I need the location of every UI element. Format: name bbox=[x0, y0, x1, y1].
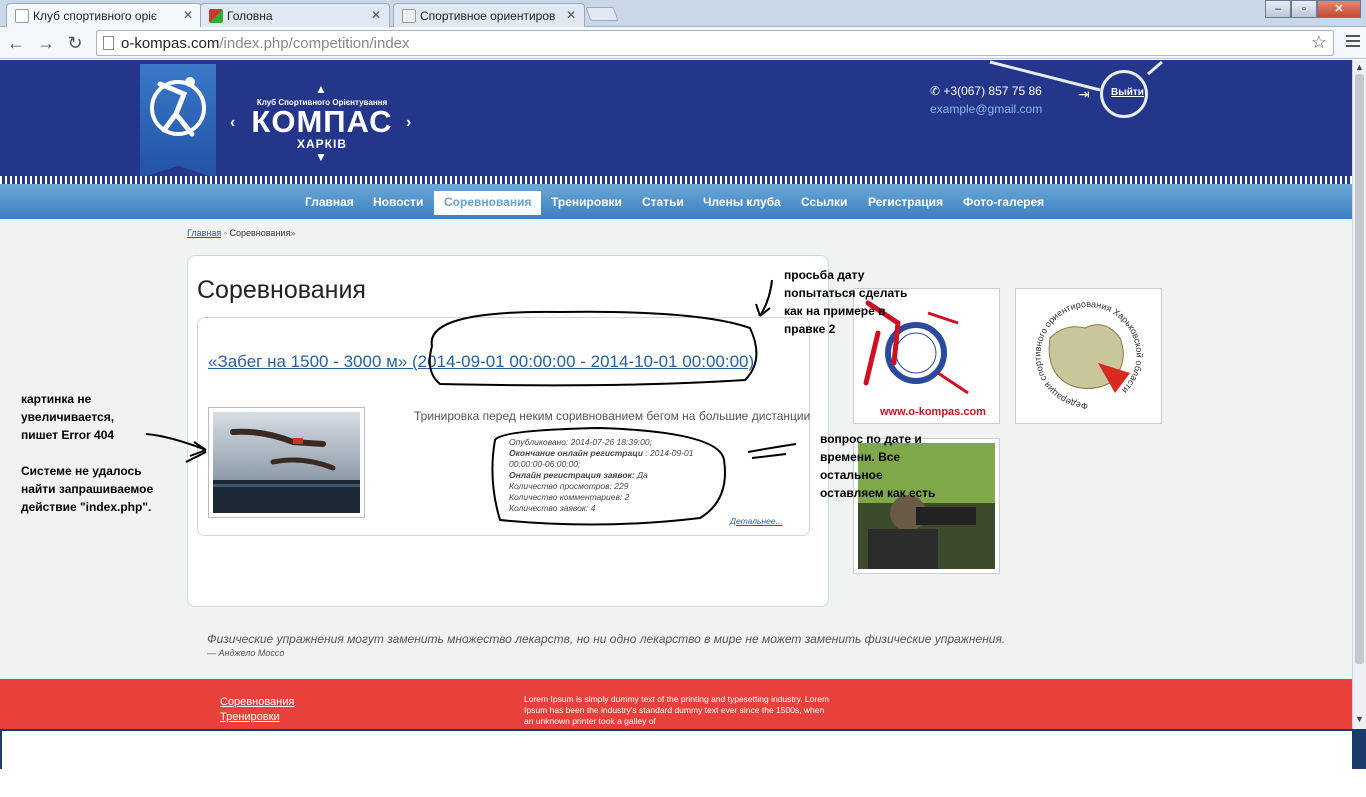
breadcrumb-current: Соревнования bbox=[229, 228, 291, 238]
tab-kompas-club[interactable]: Клуб спортивного оріє ✕ bbox=[6, 3, 202, 27]
tab-strip: Клуб спортивного оріє ✕ Головна ✕ Спорти… bbox=[0, 0, 1366, 27]
page-favicon-icon bbox=[15, 9, 29, 23]
breadcrumb-chevron-icon: » bbox=[290, 228, 296, 238]
tab-title: Спортивное ориентиров bbox=[420, 9, 556, 23]
nav-item-links[interactable]: Ссылки bbox=[791, 191, 857, 215]
kompas-site-text: www.o-kompas.com bbox=[879, 406, 986, 418]
forward-arrow-icon[interactable]: → bbox=[36, 33, 56, 54]
nav-item-registration[interactable]: Регистрация bbox=[858, 191, 953, 215]
contact-email[interactable]: example@gmail.com bbox=[930, 102, 1042, 116]
scroll-thumb[interactable] bbox=[1355, 74, 1364, 664]
annotation-system-note: Системе не удалось найти запрашиваемое д… bbox=[21, 464, 154, 514]
url-host: o-kompas.com bbox=[121, 35, 220, 52]
tab-title: Головна bbox=[227, 9, 273, 23]
tab-orienteering[interactable]: Спортивное ориентиров ✕ bbox=[393, 3, 585, 27]
registration-end-label: Окончание онлайн регистраци bbox=[509, 448, 643, 458]
event-image[interactable] bbox=[208, 407, 365, 518]
close-icon[interactable]: ✕ bbox=[183, 8, 193, 22]
nav-item-gallery[interactable]: Фото-галерея bbox=[953, 191, 1054, 215]
arrow-up-icon: ▲ bbox=[315, 82, 327, 96]
online-registration-label: Онлайн регистрация заявок: bbox=[509, 470, 635, 480]
orienteer-emblem-icon bbox=[150, 77, 206, 137]
phone-icon: ✆ bbox=[930, 84, 941, 98]
page-title: Соревнования bbox=[197, 276, 366, 304]
maximize-icon[interactable]: ▫ bbox=[1291, 0, 1317, 18]
nav-item-competitions[interactable]: Соревнования bbox=[434, 191, 542, 215]
header-fringe bbox=[0, 176, 1352, 184]
url-path: /index.php/competition/index bbox=[219, 35, 410, 52]
tab-home[interactable]: Головна ✕ bbox=[200, 3, 390, 27]
browser-window: Клуб спортивного оріє ✕ Головна ✕ Спорти… bbox=[0, 0, 1366, 797]
quote-author: — Анджело Моссо bbox=[207, 648, 285, 658]
runner-favicon-icon bbox=[402, 9, 416, 23]
event-published: Опубликовано: 2014-07-26 18:39:00; bbox=[509, 437, 652, 447]
annotation-image-note: картинка не увеличивается, пишет Error 4… bbox=[21, 392, 115, 442]
vertical-scrollbar[interactable]: ▲ ▼ bbox=[1352, 60, 1366, 730]
event-details-link[interactable]: Детальнее... bbox=[730, 516, 783, 526]
quote-text: Физические упражнения могут заменить мно… bbox=[207, 632, 1006, 646]
event-title-link[interactable]: «Забег на 1500 - 3000 м» (2014-09-01 00:… bbox=[208, 352, 768, 372]
annotation-date-request: просьба дату попытаться сделать как на п… bbox=[784, 268, 908, 336]
logo-title: КОМПАС bbox=[251, 104, 393, 139]
window-controls: – ▫ ✕ bbox=[1265, 0, 1361, 20]
back-arrow-icon[interactable]: ← bbox=[6, 33, 26, 54]
arrow-down-icon: ▼ bbox=[315, 150, 327, 164]
footer-text: Lorem Ipsum is simply dummy text of the … bbox=[524, 694, 830, 726]
arrow-right-icon: › bbox=[406, 114, 412, 131]
footer-link-competitions[interactable]: Соревнования bbox=[220, 696, 294, 708]
federation-emblem-image: Федерация спортивного ориентирования Хар… bbox=[1020, 293, 1157, 419]
close-icon[interactable]: ✕ bbox=[371, 8, 381, 22]
footer-link-trainings[interactable]: Тренировки bbox=[220, 711, 280, 723]
event-online-registration: Онлайн регистрация заявок: Да bbox=[509, 470, 714, 481]
browser-menu-icon[interactable] bbox=[1346, 35, 1360, 50]
nav-item-articles[interactable]: Статьи bbox=[632, 191, 694, 215]
event-applications: Количество заявок: 4 bbox=[509, 503, 596, 513]
nav-item-news[interactable]: Новости bbox=[363, 191, 433, 215]
event-description: Тринировка перед неким соривнованием бег… bbox=[414, 409, 811, 423]
scroll-up-icon[interactable]: ▲ bbox=[1355, 62, 1364, 72]
window-close-icon[interactable]: ✕ bbox=[1317, 0, 1361, 18]
address-bar[interactable]: o-kompas.com/index.php/competition/index… bbox=[96, 30, 1334, 56]
event-meta: Опубликовано: 2014-07-26 18:39:00; Оконч… bbox=[509, 437, 714, 514]
breadcrumb-home[interactable]: Главная bbox=[187, 228, 221, 238]
arrow-left-icon: ‹ bbox=[230, 114, 236, 131]
event-registration-end: Окончание онлайн регистраци : 2014-09-01… bbox=[509, 448, 714, 470]
competitions-panel: Соревнования «Забег на 1500 - 3000 м» (2… bbox=[187, 255, 829, 607]
club-emblem[interactable] bbox=[140, 64, 216, 178]
new-tab-button[interactable] bbox=[585, 7, 619, 21]
site-header: Клуб Спортивного Орієнтування КОМПАС ХАР… bbox=[0, 60, 1352, 180]
swimmers-photo bbox=[213, 412, 360, 513]
tab-title: Клуб спортивного оріє bbox=[33, 9, 158, 23]
site-favicon-icon bbox=[209, 9, 223, 23]
federation-banner[interactable]: Федерация спортивного ориентирования Хар… bbox=[1015, 288, 1162, 424]
minimize-icon[interactable]: – bbox=[1265, 0, 1291, 18]
logo-city: ХАРКІВ bbox=[297, 137, 347, 151]
page-viewport: Клуб Спортивного Орієнтування КОМПАС ХАР… bbox=[0, 60, 1352, 730]
annotation-time-question: вопрос по дате и времени. Все остальное … bbox=[820, 432, 936, 500]
nav-item-trainings[interactable]: Тренировки bbox=[541, 191, 632, 215]
window-frame-left bbox=[0, 731, 2, 769]
bookmark-star-icon[interactable]: ☆ bbox=[1311, 32, 1327, 53]
event-card: «Забег на 1500 - 3000 м» (2014-09-01 00:… bbox=[197, 317, 810, 536]
close-icon[interactable]: ✕ bbox=[566, 8, 576, 22]
browser-toolbar: ← → ↻ o-kompas.com/index.php/competition… bbox=[0, 27, 1366, 59]
window-frame-right bbox=[1352, 731, 1366, 769]
page-icon bbox=[103, 36, 114, 50]
online-registration-value: Да bbox=[637, 470, 648, 480]
nav-item-members[interactable]: Члены клуба bbox=[693, 191, 791, 215]
logout-icon: ⇥ bbox=[1078, 86, 1090, 102]
scroll-down-icon[interactable]: ▼ bbox=[1355, 714, 1364, 724]
breadcrumb: Главная ◦ Соревнования» bbox=[187, 228, 295, 238]
site-footer: Соревнования Тренировки Lorem Ipsum is s… bbox=[0, 679, 1352, 730]
reload-icon[interactable]: ↻ bbox=[65, 33, 85, 54]
logout-link[interactable]: Выйти bbox=[1111, 87, 1144, 98]
phone-number: ✆ +3(067) 857 75 86 bbox=[930, 84, 1042, 98]
window-bottom-area bbox=[0, 729, 1366, 797]
main-nav: Главная Новости Соревнования Тренировки … bbox=[0, 184, 1352, 219]
event-comments: Количество комментариев: 2 bbox=[509, 492, 630, 502]
event-views: Количество просмотров: 229 bbox=[509, 481, 629, 491]
phone-text: +3(067) 857 75 86 bbox=[943, 84, 1042, 98]
nav-item-home[interactable]: Главная bbox=[295, 191, 364, 215]
